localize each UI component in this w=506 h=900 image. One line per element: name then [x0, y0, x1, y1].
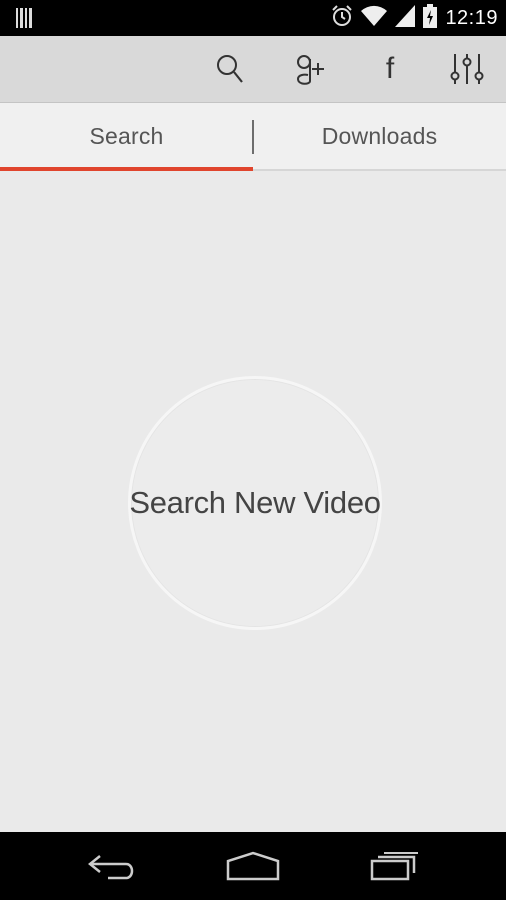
- home-icon[interactable]: [226, 850, 280, 882]
- battery-charging-icon: [423, 3, 438, 33]
- back-icon[interactable]: [88, 850, 138, 882]
- tab-search[interactable]: Search: [0, 103, 253, 169]
- status-time: 12:19: [445, 6, 498, 29]
- recent-apps-icon[interactable]: [370, 850, 420, 882]
- wifi-icon: [361, 5, 388, 32]
- barcode-notification-icon: [16, 8, 34, 33]
- tab-downloads[interactable]: Downloads: [253, 103, 506, 169]
- tab-bar: Search Downloads: [0, 103, 506, 171]
- main-content: Search New Video: [0, 171, 506, 832]
- alarm-icon: [331, 4, 353, 32]
- facebook-icon[interactable]: f: [372, 51, 408, 87]
- navigation-bar: [0, 832, 506, 900]
- settings-sliders-icon[interactable]: [449, 51, 485, 87]
- tab-search-label: Search: [89, 122, 164, 149]
- status-bar: 12:19: [0, 0, 506, 36]
- action-bar: f: [0, 36, 506, 103]
- search-new-video-button[interactable]: Search New Video: [128, 376, 382, 630]
- google-plus-icon[interactable]: [292, 51, 328, 87]
- facebook-glyph: f: [385, 52, 395, 85]
- search-new-video-label: Search New Video: [129, 485, 381, 520]
- search-icon[interactable]: [212, 51, 248, 87]
- signal-icon: [395, 4, 416, 32]
- tab-downloads-label: Downloads: [321, 122, 438, 149]
